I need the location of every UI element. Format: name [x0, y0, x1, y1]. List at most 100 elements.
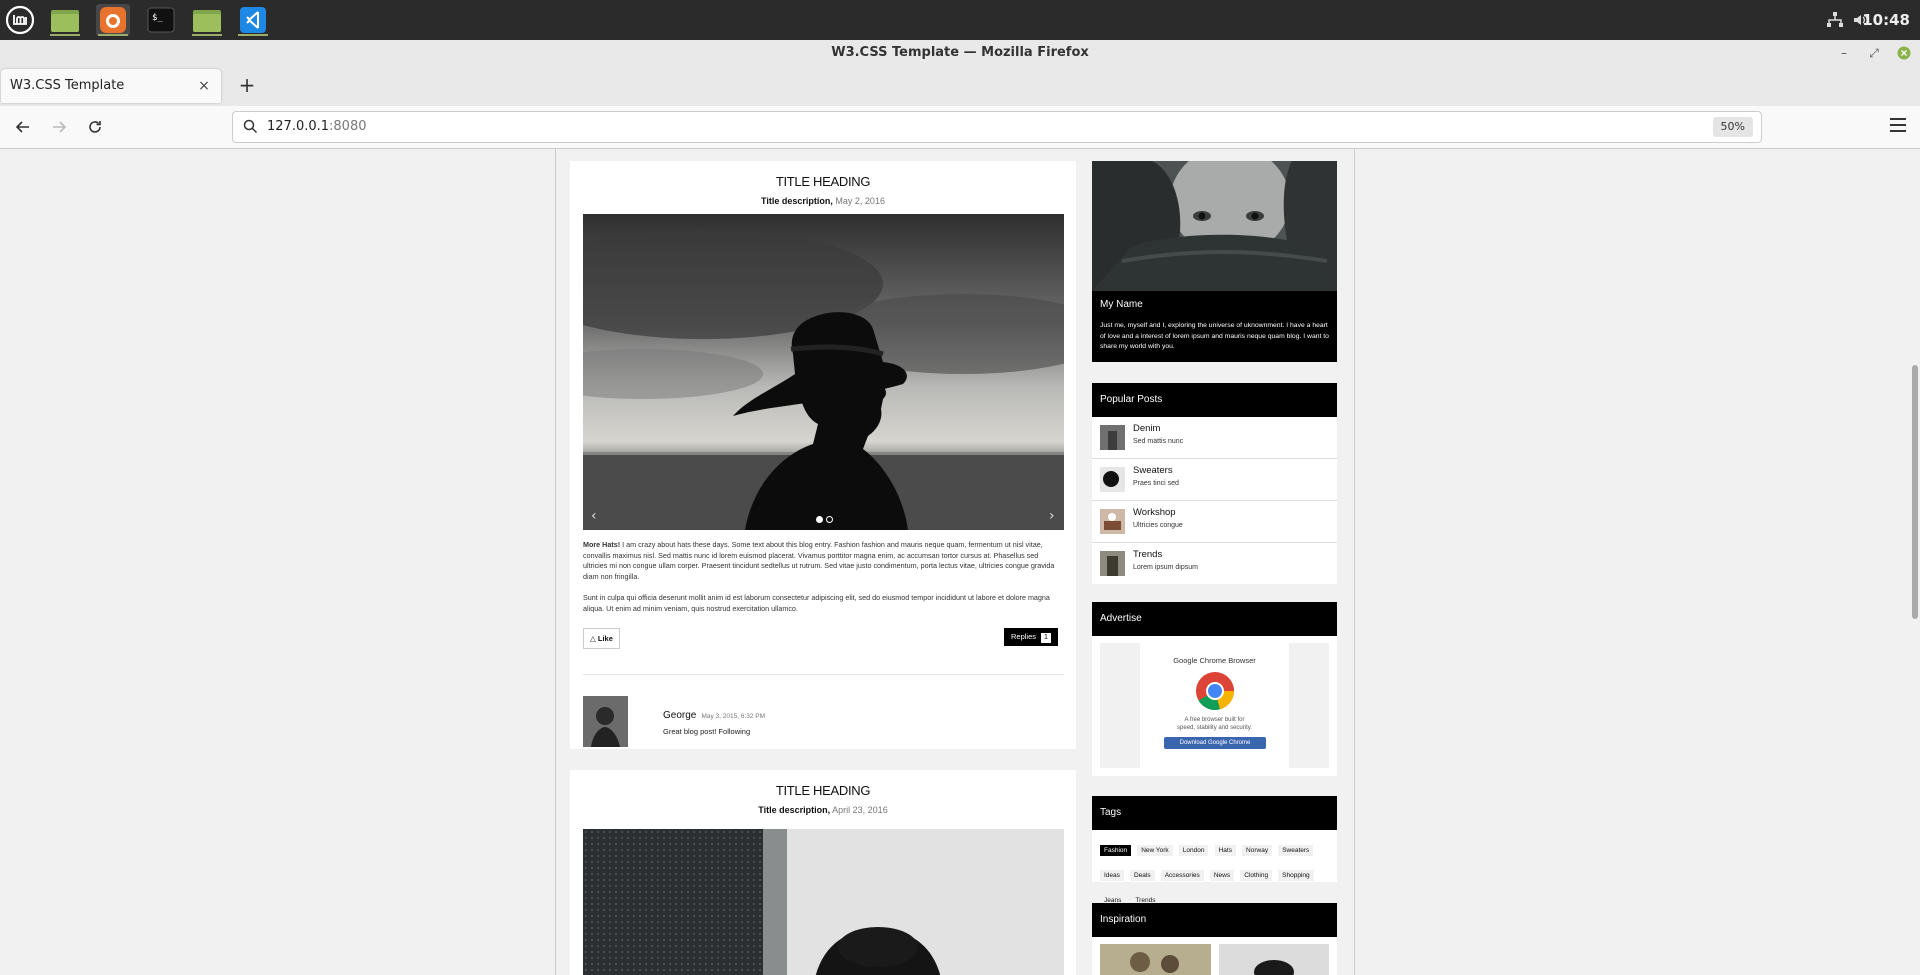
advertise-heading: Advertise [1092, 602, 1337, 636]
about-card: My Name Just me, myself and I, exploring… [1092, 149, 1337, 362]
url-bar[interactable]: 127.0.0.1:8080 50% [232, 111, 1762, 143]
download-chrome-button[interactable]: Download Google Chrome [1164, 737, 1266, 749]
popular-post-item[interactable]: Sweaters Praes tinci sed [1092, 459, 1337, 501]
tab-bar: W3.CSS Template × [0, 66, 1920, 106]
url-port: :8080 [329, 119, 367, 134]
forward-icon[interactable] [47, 116, 71, 138]
tab-w3css[interactable]: W3.CSS Template × [1, 69, 221, 103]
url-host: 127.0.0.1 [267, 119, 330, 134]
popular-post-item[interactable]: Denim Sed mattis nunc [1092, 417, 1337, 459]
vscode-icon[interactable] [236, 4, 270, 36]
popular-post-item[interactable]: Trends Lorem ipsum dipsum [1092, 543, 1337, 584]
nav-toolbar: 127.0.0.1:8080 50% [0, 106, 1920, 149]
window-title: W3.CSS Template — Mozilla Firefox [0, 40, 1920, 66]
post-date: May 2, 2016 [835, 196, 885, 206]
slideshow-dots [816, 516, 833, 523]
tag[interactable]: London [1178, 845, 1209, 856]
post-lead: More Hats! [583, 540, 621, 549]
tag[interactable]: Norway [1242, 845, 1273, 856]
reload-icon[interactable] [83, 116, 107, 138]
post-date: April 23, 2016 [832, 805, 888, 815]
about-text: Just me, myself and I, exploring the uni… [1100, 322, 1329, 350]
post-paragraph-1: I am crazy about hats these days. Some t… [583, 540, 1055, 581]
scrollbar-thumb[interactable] [1912, 365, 1918, 619]
post-image-slideshow: ‹ › [583, 214, 1064, 530]
popular-post-subtitle: Ultricies congue [1133, 522, 1183, 529]
files-icon[interactable] [48, 4, 82, 36]
popular-post-item[interactable]: Workshop Ultricies congue [1092, 501, 1337, 543]
inspiration-heading: Inspiration [1092, 903, 1337, 937]
hat-woman-photo [583, 214, 1064, 530]
files-icon[interactable] [190, 4, 224, 36]
popular-posts-heading: Popular Posts [1092, 383, 1337, 417]
back-icon[interactable] [11, 116, 35, 138]
tag[interactable]: Ideas [1100, 870, 1124, 881]
url-text: 127.0.0.1:8080 [267, 112, 367, 142]
post-desc-label: Title description, [761, 196, 833, 206]
ad-line-1: A free browser built for [1184, 717, 1245, 723]
post-paragraph-2: Sunt in culpa qui officia deserunt molli… [583, 593, 1050, 613]
tag[interactable]: Fashion [1100, 845, 1132, 856]
slideshow-next-button[interactable]: › [1049, 508, 1055, 524]
tags-card: Tags Fashion New York London Hats Norway… [1092, 796, 1337, 906]
close-window-icon[interactable] [1895, 44, 1913, 62]
network-icon[interactable] [1826, 0, 1844, 40]
like-label: Like [597, 634, 613, 643]
tag[interactable]: New York [1137, 845, 1173, 856]
tag[interactable]: Deals [1130, 870, 1155, 881]
popular-post-title: Denim [1133, 423, 1161, 434]
tag[interactable]: Clothing [1240, 870, 1273, 881]
chrome-logo-icon [1195, 671, 1235, 715]
tag[interactable]: Shopping [1278, 870, 1314, 881]
os-taskbar: $_ 10:48 [0, 0, 1920, 40]
popular-post-subtitle: Praes tinci sed [1133, 480, 1179, 487]
firefox-icon[interactable] [96, 4, 130, 36]
tab-close-icon[interactable]: × [195, 77, 213, 95]
popular-post-thumb [1100, 551, 1125, 576]
slideshow-dot[interactable] [826, 516, 833, 523]
tags-heading: Tags [1092, 796, 1337, 830]
profile-photo [1092, 149, 1337, 291]
post-title: TITLE HEADING [775, 174, 871, 189]
post-image [583, 829, 1064, 975]
minimize-icon[interactable]: – [1835, 44, 1853, 62]
comment-header: George May 3, 2015, 6:32 PM [663, 703, 765, 722]
zoom-level-badge[interactable]: 50% [1712, 117, 1753, 137]
comment-text: Great blog post! Following [663, 727, 751, 736]
inspiration-image[interactable] [1219, 944, 1329, 975]
tab-title: W3.CSS Template [10, 78, 125, 93]
replies-button[interactable]: Replies 1 [1004, 628, 1058, 646]
popular-post-subtitle: Sed mattis nunc [1133, 438, 1184, 445]
tag[interactable]: Hats [1214, 845, 1236, 856]
post-desc-label: Title description, [758, 805, 831, 815]
popular-post-thumb [1100, 425, 1125, 450]
tags-heading-text: Tags [1100, 807, 1122, 818]
replies-count-badge: 1 [1041, 633, 1051, 643]
tag[interactable]: News [1209, 870, 1235, 881]
slideshow-prev-button[interactable]: ‹ [591, 508, 597, 524]
popular-post-thumb [1100, 467, 1125, 492]
page-scrollbar[interactable] [1908, 149, 1920, 975]
inspiration-image[interactable] [1100, 944, 1211, 975]
terminal-icon[interactable]: $_ [144, 4, 178, 36]
popular-post-thumb [1100, 509, 1125, 534]
inspiration-card: Inspiration [1092, 903, 1337, 975]
menu-icon[interactable] [1890, 118, 1906, 136]
new-tab-button[interactable]: + [236, 74, 258, 96]
blog-post-card: TITLE HEADING Title description, May 2, … [570, 161, 1076, 749]
like-button[interactable]: △ Like [583, 628, 620, 649]
clock[interactable]: 10:48 [1862, 0, 1910, 40]
maximize-icon[interactable]: ⤢ [1865, 44, 1883, 62]
advertisement-banner[interactable]: Google Chrome Browser A free browser bui… [1100, 643, 1329, 768]
mint-menu-icon[interactable] [3, 4, 37, 36]
tag[interactable]: Sweaters [1278, 845, 1314, 856]
post-description: Title description, May 2, 2016 [570, 196, 1076, 206]
window-hat-photo [583, 829, 1064, 975]
popular-post-title: Workshop [1133, 507, 1176, 518]
inspiration-heading-text: Inspiration [1100, 914, 1147, 925]
tag[interactable]: Accessories [1160, 870, 1204, 881]
popular-post-title: Sweaters [1133, 465, 1173, 476]
blog-container: TITLE HEADING Title description, May 2, … [555, 149, 1355, 975]
about-name: My Name [1100, 299, 1143, 310]
slideshow-dot[interactable] [816, 516, 823, 523]
